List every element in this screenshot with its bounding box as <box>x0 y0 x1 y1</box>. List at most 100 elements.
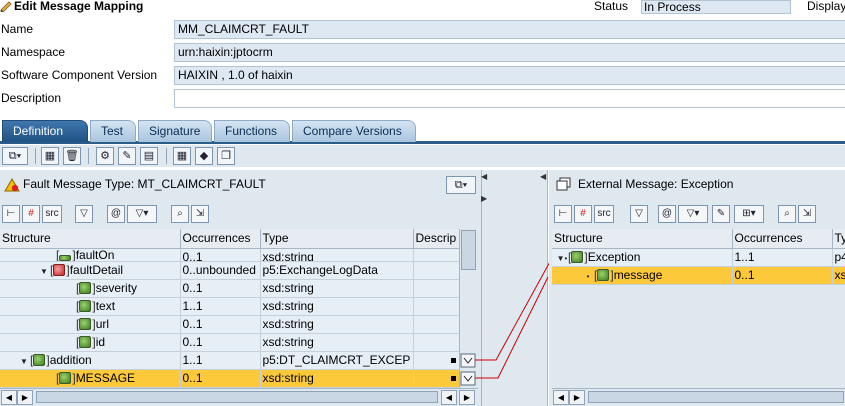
filter-dropdown-icon[interactable]: ▽▾ <box>678 205 708 223</box>
target-horizontal-scrollbar[interactable]: ◀ ▶ <box>552 388 845 405</box>
export-icon[interactable]: ⇲ <box>191 205 209 223</box>
type-cell: p4 <box>832 248 845 267</box>
copy-icon[interactable]: ❐ <box>217 147 235 165</box>
scroll-left-icon[interactable]: ◀ <box>553 390 569 405</box>
source-horizontal-scrollbar[interactable]: ◀ ▶ ◀ ▶ <box>0 388 478 405</box>
node-label: addition <box>49 353 92 367</box>
column-header-type[interactable]: Ty <box>832 229 845 249</box>
mapping-structure-icon[interactable]: ▦ <box>173 147 191 165</box>
table-view-icon[interactable]: # <box>574 205 592 223</box>
column-header-occurrences[interactable]: Occurrences <box>732 229 833 249</box>
delete-icon[interactable]: 🗑 <box>63 147 81 165</box>
occurrences-cell: 1..1 <box>732 248 833 267</box>
name-label: Name <box>1 22 34 36</box>
target-structure-table: Structure Occurrences Ty ▼•[]Exception 1… <box>552 229 845 285</box>
name-field[interactable]: MM_CLAIMCRT_FAULT <box>174 20 845 39</box>
fault-warning-icon <box>4 178 20 195</box>
table-row[interactable]: ▼•[]Exception 1..1 p4 <box>552 248 845 267</box>
table-row[interactable]: []faultOn 0..1 xsd:string <box>0 248 461 262</box>
node-label: text <box>95 299 116 313</box>
type-cell: xsd:string <box>260 333 414 352</box>
table-row[interactable]: []id 0..1 xsd:string <box>0 333 461 352</box>
node-icon <box>79 282 92 294</box>
source-structure-table: Structure Occurrences Type Descrip []fau… <box>0 229 461 388</box>
table-view-icon[interactable]: # <box>22 205 40 223</box>
description-field[interactable] <box>174 89 845 108</box>
source-panel-title: Fault Message Type: MT_CLAIMCRT_FAULT <box>23 177 266 191</box>
swcv-field[interactable]: HAIXIN , 1.0 of haixin <box>174 66 845 85</box>
tab-functions[interactable]: Functions <box>214 120 290 142</box>
dependencies-icon[interactable]: ◆ <box>195 147 213 165</box>
edit-node-icon[interactable]: ✎ <box>712 205 730 223</box>
collapse-left-icon[interactable]: ◀ <box>481 172 487 181</box>
binoculars-icon[interactable]: ⌕ <box>778 205 796 223</box>
tab-signature[interactable]: Signature <box>138 120 212 142</box>
node-options-icon[interactable]: ⊞▾ <box>734 205 764 223</box>
table-row[interactable]: ▼[]addition 1..1 p5:DT_CLAIMCRT_EXCEP <box>0 351 461 370</box>
tab-test[interactable]: Test <box>90 120 136 142</box>
column-header-description[interactable]: Descrip <box>413 229 461 249</box>
scroll-left-icon[interactable]: ◀ <box>1 390 17 405</box>
type-cell: xsd:string <box>260 369 414 388</box>
export-icon[interactable]: ⇲ <box>798 205 816 223</box>
type-cell: xsd:string <box>260 279 414 298</box>
node-icon <box>597 269 610 281</box>
panel-options-icon[interactable]: ⧉▾ <box>446 176 476 194</box>
occurrences-cell: 0..1 <box>180 369 261 388</box>
search-node-icon[interactable]: @ <box>658 205 676 223</box>
collapse-left-icon[interactable]: ▶ <box>481 194 487 203</box>
occurrences-cell: 1..1 <box>180 297 261 316</box>
table-row-selected[interactable]: []MESSAGE 0..1 xsd:string <box>0 369 461 388</box>
column-header-structure[interactable]: Structure <box>552 229 733 249</box>
source-code-icon[interactable]: src <box>594 205 614 223</box>
target-panel-title: External Message: Exception <box>578 177 734 191</box>
grid-view-icon[interactable]: ▤ <box>140 147 158 165</box>
collapse-right-icon[interactable]: ◀ <box>540 172 546 181</box>
expand-triangle-icon[interactable]: ▼• <box>556 254 568 263</box>
table-row[interactable]: ▼[]faultDetail 0..unbounded p5:ExchangeL… <box>0 261 461 280</box>
scrollbar-thumb[interactable] <box>588 391 844 403</box>
search-node-icon[interactable]: @ <box>107 205 125 223</box>
node-label: message <box>613 268 663 282</box>
filter-dropdown-icon[interactable]: ▽▾ <box>127 205 157 223</box>
tab-compare-versions[interactable]: Compare Versions <box>292 120 416 142</box>
occurrences-cell: 0..unbounded <box>180 261 261 280</box>
expand-triangle-icon[interactable]: ▼ <box>18 357 30 366</box>
filter-down-icon[interactable]: ▽ <box>630 205 648 223</box>
mapping-connector-addition <box>460 353 476 368</box>
tree-view-icon[interactable]: ⊢ <box>554 205 572 223</box>
settings-gear-icon[interactable]: ⚙ <box>96 147 114 165</box>
tab-definition[interactable]: Definition <box>2 120 88 142</box>
external-message-icon <box>556 177 572 194</box>
scroll-right-end-icon[interactable]: ▶ <box>459 390 475 405</box>
structure-view-icon[interactable]: ▦ <box>41 147 59 165</box>
table-row-selected[interactable]: •[]message 0..1 xs <box>552 266 845 285</box>
source-code-icon[interactable]: src <box>42 205 62 223</box>
scroll-right-icon[interactable]: ▶ <box>569 390 585 405</box>
edit-pencil-icon <box>0 0 14 13</box>
tree-view-icon[interactable]: ⊢ <box>2 205 20 223</box>
binoculars-icon[interactable]: ⌕ <box>171 205 189 223</box>
node-label: Exception <box>587 250 641 264</box>
expand-triangle-icon[interactable]: ▼ <box>38 267 50 276</box>
table-row[interactable]: []url 0..1 xsd:string <box>0 315 461 334</box>
swcv-label: Software Component Version <box>1 68 158 82</box>
scroll-right-icon[interactable]: ▶ <box>17 390 33 405</box>
namespace-field[interactable]: urn:haixin:jptocrm <box>174 43 845 62</box>
scroll-left-end-icon[interactable]: ◀ <box>441 390 457 405</box>
type-cell: p5:ExchangeLogData <box>260 261 414 280</box>
display-button[interactable]: Display <box>807 0 845 13</box>
scrollbar-thumb[interactable] <box>36 391 438 403</box>
occurrences-cell: 0..1 <box>732 266 833 285</box>
occurrences-cell: 0..1 <box>180 279 261 298</box>
column-header-structure[interactable]: Structure <box>0 229 181 249</box>
copy-object-icon[interactable]: ⧉▾ <box>2 147 28 165</box>
table-row[interactable]: []severity 0..1 xsd:string <box>0 279 461 298</box>
column-header-type[interactable]: Type <box>260 229 414 249</box>
node-label: id <box>95 335 106 349</box>
table-row[interactable]: []text 1..1 xsd:string <box>0 297 461 316</box>
edit-table-icon[interactable]: ✎ <box>118 147 136 165</box>
column-header-occurrences[interactable]: Occurrences <box>180 229 261 249</box>
filter-down-icon[interactable]: ▽ <box>75 205 93 223</box>
node-icon <box>79 318 92 330</box>
